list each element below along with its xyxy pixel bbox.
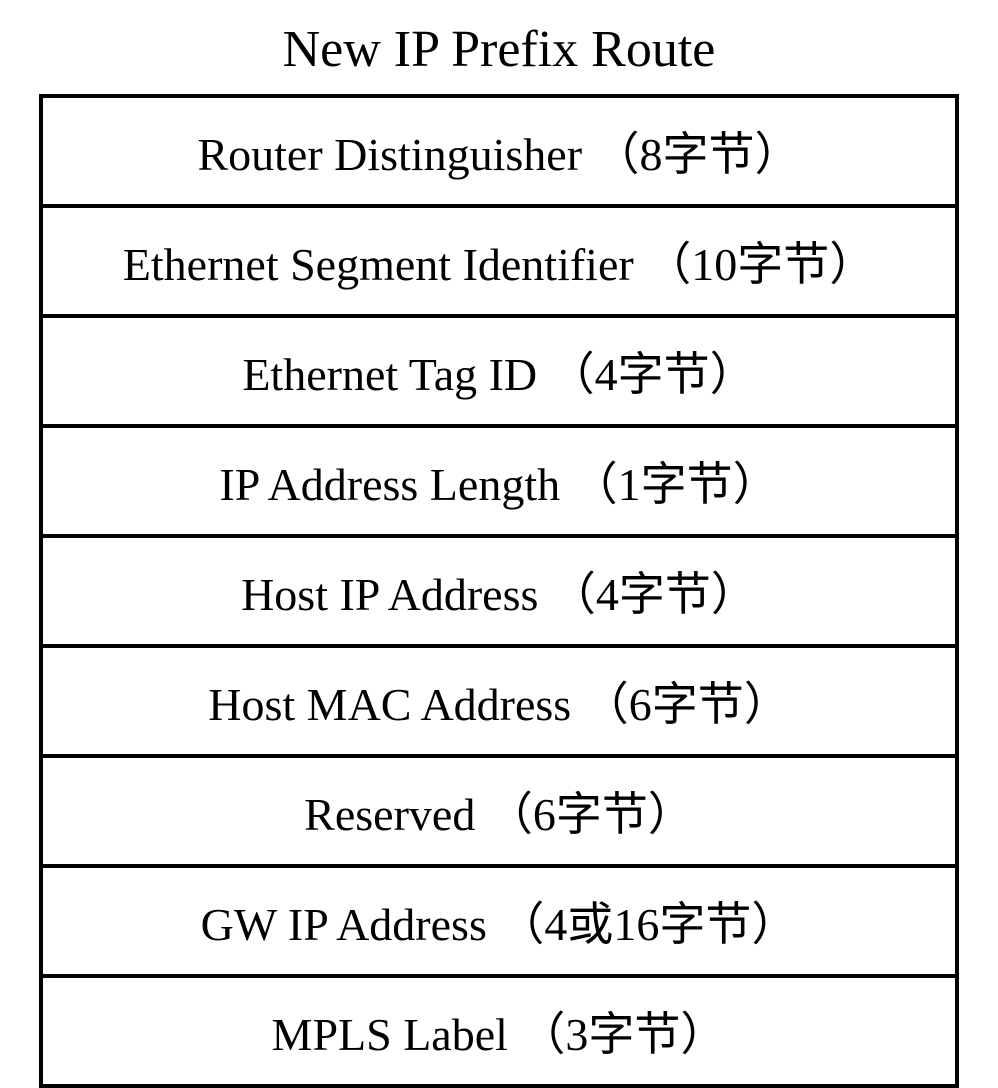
page-title: New IP Prefix Route bbox=[283, 20, 716, 79]
table-row: Ethernet Segment Identifier （10字节） bbox=[43, 208, 955, 318]
table-row: MPLS Label （3字节） bbox=[43, 978, 955, 1084]
table-row: Ethernet Tag ID （4字节） bbox=[43, 318, 955, 428]
table-row: Host IP Address （4字节） bbox=[43, 538, 955, 648]
route-fields-table: Router Distinguisher （8字节） Ethernet Segm… bbox=[39, 94, 959, 1088]
table-row: Host MAC Address （6字节） bbox=[43, 648, 955, 758]
table-row: GW IP Address （4或16字节） bbox=[43, 868, 955, 978]
table-row: IP Address Length （1字节） bbox=[43, 428, 955, 538]
table-row: Router Distinguisher （8字节） bbox=[43, 98, 955, 208]
table-row: Reserved （6字节） bbox=[43, 758, 955, 868]
